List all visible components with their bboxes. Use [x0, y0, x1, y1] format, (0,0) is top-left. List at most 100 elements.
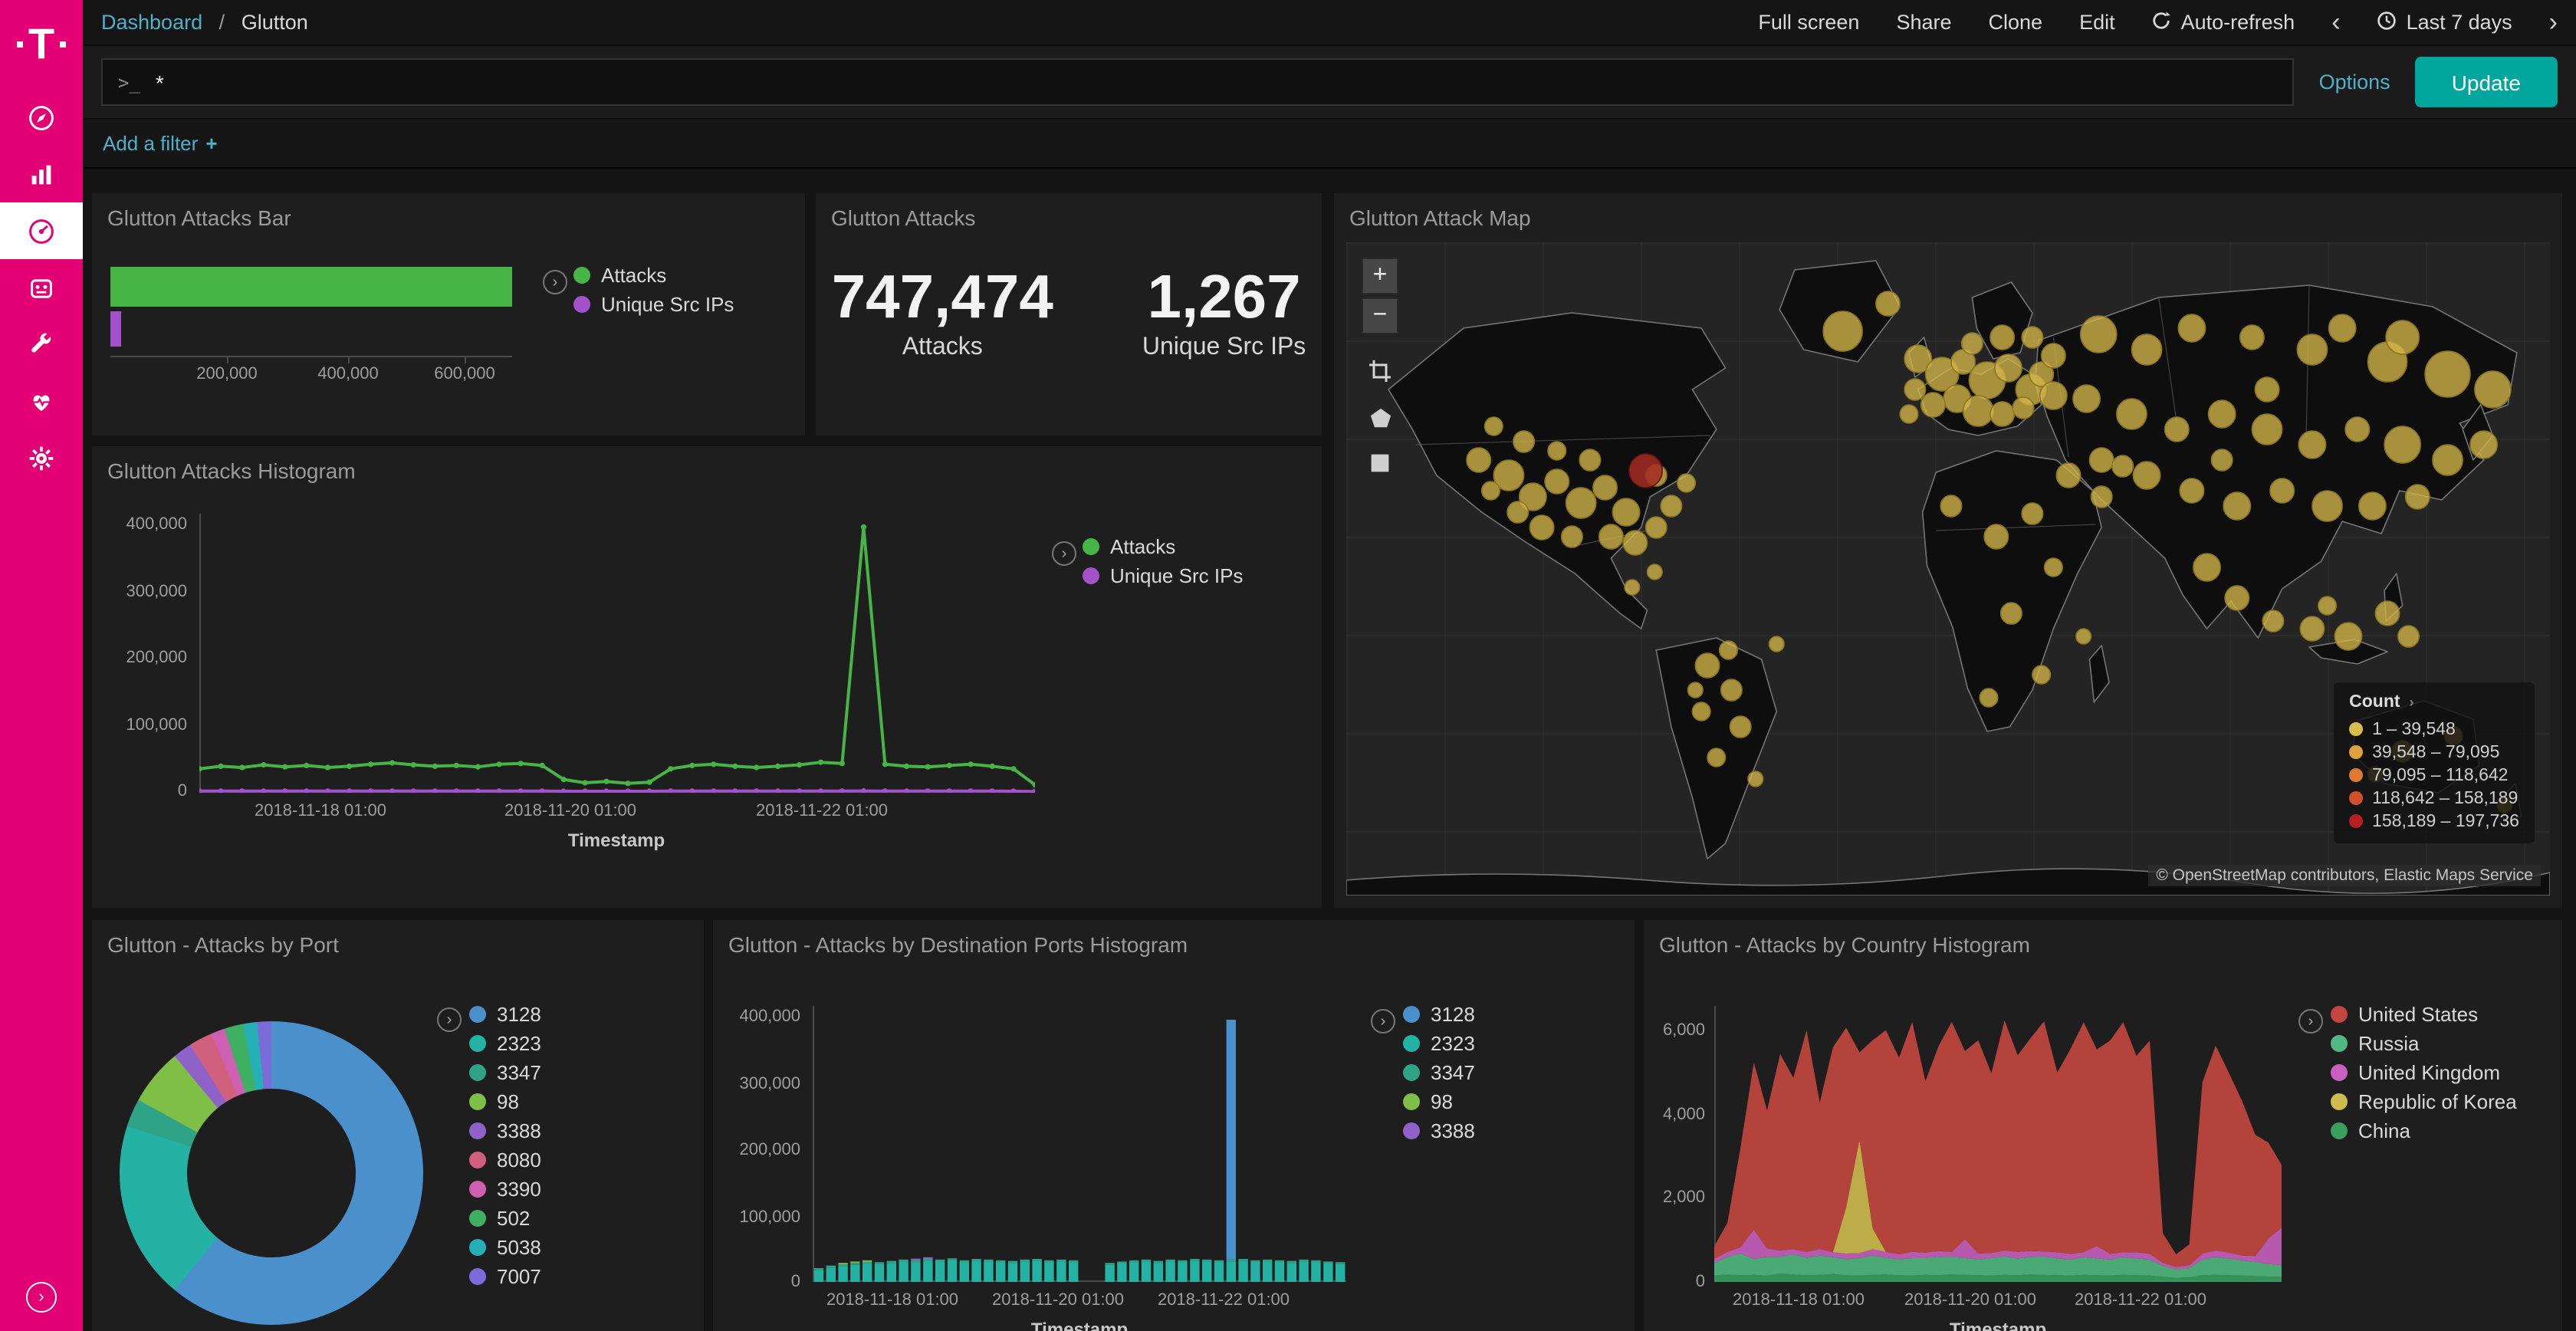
legend-item[interactable]: Russia [2331, 1029, 2517, 1058]
legend-color-dot [469, 1035, 486, 1052]
country-area-chart[interactable] [1714, 1006, 2282, 1282]
topbar-actions: Full screen Share Clone Edit Auto-refres… [1758, 9, 2558, 35]
legend-label: 98 [497, 1090, 519, 1113]
legend-expand-icon[interactable]: › [543, 270, 567, 294]
breadcrumb-separator: / [219, 11, 225, 34]
legend-item[interactable]: Unique Src IPs [573, 290, 734, 319]
time-picker-button[interactable]: Last 7 days [2377, 10, 2512, 35]
legend-item[interactable]: 3128 [1403, 1000, 1475, 1029]
sidebar-item-discover[interactable] [0, 89, 83, 146]
sidebar-item-management[interactable] [0, 429, 83, 486]
sidebar-item-visualize[interactable] [0, 146, 83, 202]
legend-expand-icon[interactable]: › [1371, 1009, 1395, 1034]
full-screen-button[interactable]: Full screen [1758, 11, 1859, 34]
share-button[interactable]: Share [1896, 11, 1951, 34]
legend-color-dot [2331, 1093, 2348, 1110]
legend-item[interactable]: Republic of Korea [2331, 1087, 2517, 1116]
legend-color-dot [469, 1122, 486, 1139]
y-tick: 0 [1644, 1273, 1705, 1291]
attack-bubble-red[interactable] [1629, 454, 1662, 488]
legend-item[interactable]: 3390 [469, 1175, 541, 1204]
legend-item[interactable]: 3388 [1403, 1116, 1475, 1145]
search-query-input[interactable]: >_ * [101, 58, 2295, 106]
telekom-logo: T [0, 0, 83, 89]
plus-icon: + [205, 132, 217, 155]
y-tick: 2,000 [1644, 1188, 1705, 1207]
panel-glutton-attack-map: Glutton Attack Map [1334, 193, 2562, 908]
legend-item[interactable]: 3388 [469, 1116, 541, 1145]
legend-label: 3388 [497, 1119, 541, 1142]
legend-item[interactable]: 3347 [1403, 1058, 1475, 1087]
clone-button[interactable]: Clone [1989, 11, 2043, 34]
sidebar-item-monitoring[interactable] [0, 373, 83, 429]
timelion-icon [28, 274, 55, 301]
legend-item[interactable]: 98 [1403, 1087, 1475, 1116]
zoom-out-button[interactable]: − [1362, 297, 1398, 334]
breadcrumb-dashboard-link[interactable]: Dashboard [101, 11, 202, 34]
legend-item[interactable]: 502 [469, 1204, 541, 1233]
panel-title: Glutton - Attacks by Destination Ports H… [728, 932, 1188, 957]
legend-color-dot [1403, 1035, 1420, 1052]
panel-title: Glutton Attack Map [1349, 205, 1531, 230]
zoom-in-button[interactable]: + [1362, 258, 1398, 294]
y-tick: 100,000 [92, 716, 187, 735]
legend-item[interactable]: China [2331, 1116, 2517, 1145]
legend-item[interactable]: 98 [469, 1087, 541, 1116]
time-next-button[interactable]: › [2549, 9, 2558, 35]
legend-expand-icon[interactable]: › [1052, 541, 1076, 566]
x-tick: 2018-11-20 01:00 [992, 1291, 1124, 1310]
logo-letter: T [28, 23, 54, 66]
add-filter-button[interactable]: Add a filter+ [103, 132, 218, 155]
sidebar-item-dev-tools[interactable] [0, 316, 83, 373]
port-donut-chart[interactable] [120, 1021, 423, 1325]
legend-item[interactable]: 8080 [469, 1145, 541, 1175]
legend-expand-icon[interactable]: › [2298, 1009, 2323, 1034]
legend-color-dot [1083, 567, 1099, 584]
filter-bar: Add a filter+ [83, 120, 2576, 169]
sidebar-item-timelion[interactable] [0, 259, 83, 316]
sidebar-collapse-button[interactable]: › [0, 1282, 83, 1313]
attacks-line-chart[interactable] [199, 514, 1035, 793]
legend-expand-icon[interactable]: › [437, 1007, 462, 1032]
edit-button[interactable]: Edit [2079, 11, 2115, 34]
options-link[interactable]: Options [2319, 71, 2390, 94]
legend-item[interactable]: 2323 [469, 1029, 541, 1058]
map-attribution[interactable]: © OpenStreetMap contributors, Elastic Ma… [2148, 865, 2541, 886]
sidebar-item-dashboard[interactable] [0, 202, 83, 259]
legend-item[interactable]: Unique Src IPs [1083, 561, 1243, 590]
attacks-bar[interactable] [110, 267, 512, 307]
legend-item[interactable]: United States [2331, 1000, 2517, 1029]
legend-label: 2323 [497, 1032, 541, 1055]
legend-label: Republic of Korea [2358, 1090, 2517, 1113]
crop-tool-icon[interactable] [1365, 356, 1395, 386]
legend-label: Attacks [601, 264, 666, 287]
legend-item[interactable]: Attacks [573, 261, 734, 290]
panel-glutton-attacks-metric: Glutton Attacks 747,474 Attacks 1,267 Un… [816, 193, 1322, 435]
auto-refresh-button[interactable]: Auto-refresh [2152, 10, 2295, 35]
y-tick: 4,000 [1644, 1106, 1705, 1124]
legend-label: Attacks [1110, 535, 1175, 558]
time-prev-button[interactable]: ‹ [2331, 9, 2340, 35]
legend-item[interactable]: 3128 [469, 1000, 541, 1029]
legend-item[interactable]: Attacks [1083, 532, 1243, 561]
polygon-tool-icon[interactable] [1365, 402, 1395, 432]
legend-item[interactable]: 5038 [469, 1233, 541, 1262]
legend-color-dot [469, 1210, 486, 1227]
legend-label: 7007 [497, 1265, 541, 1288]
x-tick: 2018-11-22 01:00 [2075, 1291, 2206, 1310]
legend-item[interactable]: 7007 [469, 1262, 541, 1291]
panel-title: Glutton Attacks Histogram [107, 458, 356, 483]
srcips-bar[interactable] [110, 311, 120, 347]
rectangle-tool-icon[interactable] [1365, 448, 1395, 478]
dashboard-icon [28, 217, 55, 245]
update-button[interactable]: Update [2415, 57, 2558, 107]
world-map[interactable]: + − Count › [1346, 242, 2550, 896]
x-tick: 2018-11-18 01:00 [255, 802, 386, 820]
legend-color-dot [1083, 538, 1099, 555]
legend-item[interactable]: 3347 [469, 1058, 541, 1087]
dest-ports-bar-chart[interactable] [813, 1006, 1346, 1282]
map-legend-title[interactable]: Count › [2349, 693, 2519, 712]
legend-item[interactable]: United Kingdom [2331, 1058, 2517, 1087]
metric-label: Unique Src IPs [1142, 334, 1306, 362]
legend-item[interactable]: 2323 [1403, 1029, 1475, 1058]
